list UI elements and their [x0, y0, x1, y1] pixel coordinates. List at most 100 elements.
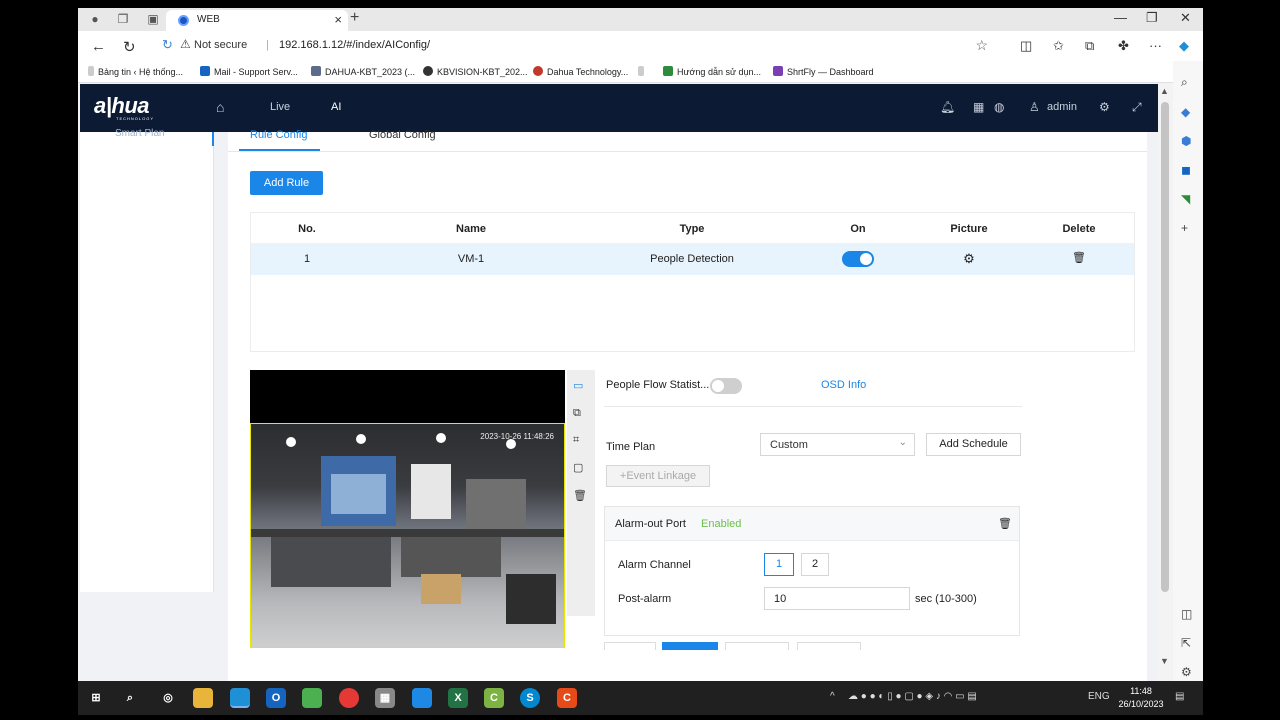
favorites-icon[interactable]: ✩ [1053, 38, 1064, 54]
bookmark-item[interactable]: Mail - Support Serv... [200, 66, 298, 77]
tab-favicon-icon [178, 15, 189, 26]
user-icon[interactable]: ♙ [1029, 100, 1040, 114]
tools-icon[interactable]: ⬢ [1181, 134, 1191, 148]
bottom-apply-button[interactable] [662, 642, 718, 650]
drop-icon[interactable]: ◥ [1181, 192, 1190, 206]
external-icon[interactable]: ⇱ [1181, 636, 1191, 650]
app-icon[interactable] [302, 688, 322, 708]
table-row[interactable]: 1 VM-1 People Detection ⚙ 🗑︎ [251, 243, 1134, 275]
add-rule-button[interactable]: Add Rule [250, 171, 323, 195]
split-screen-icon[interactable]: ◫ [1020, 38, 1032, 54]
collections-icon[interactable]: ⧉ [1085, 38, 1094, 54]
chrome-icon[interactable] [339, 688, 359, 708]
copilot-icon[interactable]: ◆ [1179, 38, 1189, 54]
bookmark-item[interactable]: Hướng dẫn sử dụn... [663, 66, 761, 77]
language-indicator[interactable]: ENG [1088, 691, 1110, 702]
back-icon[interactable]: ← [91, 38, 106, 55]
restore-icon[interactable]: ❐ [1146, 10, 1158, 26]
close-window-icon[interactable]: ✕ [1180, 10, 1191, 26]
draw-rule-icon[interactable]: ▭ [573, 379, 583, 392]
search-icon[interactable]: ⌕ [1181, 75, 1188, 90]
bookmark-item[interactable] [638, 66, 648, 77]
profile-icon[interactable]: ● [88, 12, 102, 26]
delete-trash-icon[interactable]: 🗑︎ [1069, 251, 1089, 264]
settings-icon[interactable]: ⚙ [1181, 665, 1192, 679]
post-alarm-input[interactable]: 10 [764, 587, 910, 610]
tray-chevron-icon[interactable]: ^ [830, 691, 835, 702]
picture-gear-icon[interactable]: ⚙ [959, 251, 979, 267]
max-size-icon[interactable]: ▢ [573, 461, 583, 474]
bookmark-item[interactable]: KBVISION-KBT_202... [423, 66, 528, 77]
tab-web[interactable]: WEB × [166, 10, 348, 31]
widgets-icon[interactable]: ◎ [158, 688, 178, 708]
bottom-button[interactable] [797, 642, 861, 650]
add-icon[interactable]: + [1181, 221, 1188, 235]
close-tab-icon[interactable]: × [334, 12, 342, 27]
start-icon[interactable]: ⊞ [86, 688, 106, 708]
skype-icon[interactable]: S [520, 688, 540, 708]
alarm-out-status: Enabled [701, 518, 742, 530]
search-icon[interactable]: ⌕ [120, 688, 140, 708]
nav-ai[interactable]: AI [331, 101, 341, 113]
new-tab-icon[interactable]: + [350, 9, 359, 27]
security-label[interactable]: Not secure [194, 39, 247, 51]
clock[interactable]: 11:48 26/10/2023 [1116, 685, 1166, 711]
refresh-icon[interactable]: ↻ [123, 38, 136, 56]
shopping-icon[interactable]: ◆ [1181, 105, 1190, 119]
video-preview[interactable]: 2023-10-26 11:48:26 [250, 370, 565, 648]
scroll-thumb [1161, 102, 1169, 592]
bottom-button[interactable] [725, 642, 789, 650]
workspaces-icon[interactable]: ❐ [116, 12, 130, 26]
alarm-channel-1[interactable]: 1 [764, 553, 794, 576]
gift-icon[interactable]: ▦ [973, 100, 984, 114]
url-text[interactable]: 192.168.1.12/#/index/AIConfig/ [279, 39, 430, 51]
delete-alarm-icon[interactable]: 🗑︎ [998, 517, 1012, 530]
app-icon[interactable]: C [557, 688, 577, 708]
draw-area-icon[interactable]: ⧉ [573, 407, 581, 420]
minimize-icon[interactable]: — [1114, 10, 1127, 25]
bottom-button[interactable] [604, 642, 656, 650]
clear-trash-icon[interactable]: 🗑︎ [573, 489, 587, 502]
bookmark-item[interactable]: Dahua Technology... [533, 66, 628, 77]
sidebar-item-smart-plan[interactable]: Smart Plan [115, 128, 164, 139]
app-icon[interactable]: C [484, 688, 504, 708]
tab-rule-config[interactable]: Rule Config [250, 129, 307, 141]
extensions-icon[interactable]: ✤ [1118, 38, 1129, 54]
notification-icon[interactable]: ▤ [1175, 691, 1184, 702]
settings-icon[interactable]: ⚙ [1099, 100, 1110, 114]
bookmark-item[interactable]: ShrtFly — Dashboard [773, 66, 874, 77]
address-bar[interactable]: ↻ ⚠ Not secure | 192.168.1.12/#/index/AI… [150, 34, 1000, 58]
time-plan-select[interactable]: Custom ⌄ [760, 433, 915, 456]
alarm-channel-2[interactable]: 2 [801, 553, 829, 576]
add-schedule-button[interactable]: Add Schedule [926, 433, 1021, 456]
more-icon[interactable]: ··· [1149, 38, 1162, 53]
people-flow-toggle[interactable] [710, 378, 742, 394]
app-icon[interactable] [412, 688, 432, 708]
min-size-icon[interactable]: ⌗ [573, 434, 579, 447]
home-icon[interactable]: ⌂ [216, 99, 224, 115]
edge-icon[interactable] [230, 688, 250, 708]
osd-info-link[interactable]: OSD Info [821, 379, 866, 391]
file-explorer-icon[interactable] [193, 688, 213, 708]
tab-actions-icon[interactable]: ▣ [146, 12, 160, 26]
tray-icons[interactable]: ☁ ● ● ◐ ▯ ● ▢ ● ◈ ♪ ◠ ▭ ▤ [848, 691, 977, 702]
nav-live[interactable]: Live [270, 101, 290, 113]
warning-icon[interactable]: ⚠ [180, 37, 191, 51]
fullscreen-icon[interactable]: ⤢ [1132, 100, 1142, 115]
outlook-icon[interactable]: O [266, 688, 286, 708]
globe-icon[interactable]: ◍ [994, 100, 1004, 114]
qr-icon[interactable]: ▦ [375, 688, 395, 708]
event-linkage-button[interactable]: +Event Linkage [606, 465, 710, 487]
admin-user[interactable]: admin [1047, 101, 1077, 113]
bookmark-item[interactable]: DAHUA-KBT_2023 (... [311, 66, 415, 77]
bookmark-item[interactable]: Bảng tin ‹ Hệ thống... [88, 66, 183, 77]
bell-icon[interactable]: 🔔︎ [940, 100, 955, 114]
excel-icon[interactable]: X [448, 688, 468, 708]
favorite-star-icon[interactable]: ☆ [975, 37, 988, 54]
alarm-out-label: Alarm-out Port [615, 518, 686, 530]
page-scrollbar[interactable]: ▲ ▼ [1158, 84, 1172, 681]
rule-on-toggle[interactable] [842, 251, 874, 267]
sidebar-toggle-icon[interactable]: ◫ [1181, 607, 1192, 621]
outlook-icon[interactable]: ◼ [1181, 163, 1191, 177]
tab-global-config[interactable]: Global Config [369, 129, 436, 141]
